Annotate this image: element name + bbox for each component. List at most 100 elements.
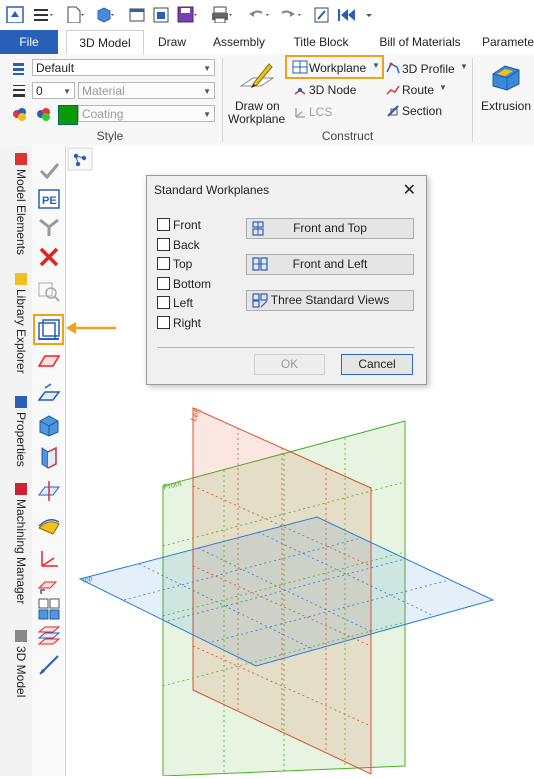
edit-document-icon[interactable] — [312, 5, 334, 23]
checkbox-box[interactable] — [157, 257, 170, 270]
pe-icon[interactable]: PE — [36, 186, 62, 212]
route-icon[interactable] — [385, 82, 401, 98]
tab-library-explorer[interactable]: Library Explorer — [4, 273, 28, 374]
top-plane[interactable] — [78, 516, 495, 667]
close-icon[interactable] — [36, 244, 62, 270]
checkbox-front-label: Front — [173, 218, 202, 232]
color-icon — [13, 108, 26, 121]
plane-offset-icon[interactable] — [36, 380, 62, 406]
checkbox-front[interactable]: Front — [157, 218, 201, 232]
coating-placeholder: Coating — [82, 107, 124, 121]
coating-combo[interactable]: Coating ▼ — [78, 105, 215, 122]
workplane-icon[interactable] — [292, 60, 308, 74]
front-and-left-button[interactable]: Front and Left — [246, 254, 414, 275]
3d-profile-button[interactable]: 3D Profile — [402, 62, 455, 76]
open-icon[interactable] — [152, 5, 170, 23]
front-and-top-button[interactable]: Front and Top — [246, 218, 414, 239]
view-zoom-icon[interactable] — [36, 278, 62, 304]
tab-library-explorer-label: Library Explorer — [14, 289, 28, 374]
checkbox-top[interactable]: Top — [157, 257, 192, 271]
first-page-icon[interactable] — [336, 5, 362, 23]
checkbox-right[interactable]: Right — [157, 316, 201, 330]
lcs-button[interactable]: LCS — [309, 105, 332, 119]
redo-icon[interactable] — [278, 5, 304, 23]
checkbox-top-label: Top — [173, 257, 193, 271]
pen-combo[interactable]: 0 ▼ — [32, 82, 75, 99]
checkbox-box[interactable] — [157, 218, 170, 231]
new-document-icon[interactable] — [64, 5, 84, 23]
box-icon[interactable] — [36, 412, 62, 438]
plane-red-icon[interactable] — [36, 348, 62, 374]
ok-button[interactable]: OK — [254, 354, 325, 375]
tool-column: PE — [32, 146, 66, 776]
checkbox-box[interactable] — [157, 238, 170, 251]
ribbon: Default ▼ 0 ▼ Material ▼ Coating ▼ Style Dra… — [0, 54, 534, 147]
checkbox-left[interactable]: Left — [157, 296, 193, 310]
side-panel-tabs: Model Elements Library Explorer Properti… — [0, 146, 33, 776]
machining-manager-icon — [15, 483, 27, 495]
tab-draw[interactable]: Draw — [150, 30, 194, 54]
save-icon[interactable] — [176, 5, 198, 23]
standard-workplanes-icon[interactable] — [36, 317, 62, 343]
three-standard-views-button[interactable]: Three Standard Views — [246, 290, 414, 311]
layer-combo[interactable]: Default ▼ — [32, 59, 215, 76]
route-button[interactable]: Route — [402, 83, 434, 97]
tab-assembly[interactable]: Assembly — [206, 30, 272, 54]
extrusion-button[interactable]: Extrusion — [481, 99, 531, 113]
checkmark-icon[interactable] — [36, 158, 62, 184]
checkbox-box[interactable] — [157, 277, 170, 290]
front-and-left-label: Front and Left — [292, 257, 368, 271]
tab-3d-model-side-label: 3D Model — [14, 646, 28, 698]
tab-3d-model-side[interactable]: 3D Model — [4, 630, 28, 697]
extrusion-icon[interactable] — [489, 60, 523, 94]
tab-file[interactable]: File — [0, 30, 58, 54]
group-separator — [222, 58, 223, 142]
tab-title-block[interactable]: Title Block — [285, 30, 357, 54]
color-swatch[interactable] — [58, 105, 78, 125]
plane-rotate-icon[interactable] — [36, 572, 62, 598]
3d-profile-icon[interactable] — [385, 60, 401, 76]
checkbox-box[interactable] — [157, 296, 170, 309]
section-icon[interactable] — [385, 103, 401, 119]
line-axis-icon[interactable] — [36, 652, 62, 678]
tab-parameters[interactable]: Paramete — [482, 30, 534, 54]
checkbox-bottom[interactable]: Bottom — [157, 277, 211, 291]
tab-properties[interactable]: Properties — [4, 396, 28, 467]
coordinate-axis-icon[interactable] — [36, 546, 62, 572]
close-icon[interactable]: ✕ — [403, 180, 416, 200]
plane-grid-icon[interactable] — [36, 596, 62, 622]
tab-model-elements[interactable]: Model Elements — [4, 153, 28, 255]
app-icon[interactable] — [5, 5, 25, 23]
draw-on-workplane-label2[interactable]: Workplane — [228, 112, 285, 126]
cancel-button[interactable]: Cancel — [341, 354, 413, 375]
new-3d-icon[interactable] — [94, 5, 114, 23]
plane-surface-icon[interactable] — [36, 512, 62, 538]
3d-node-icon[interactable] — [292, 82, 308, 98]
plane-stack-icon[interactable] — [36, 622, 62, 648]
plane-axis-icon[interactable] — [36, 478, 62, 504]
tab-machining-manager-label: Machining Manager — [14, 499, 28, 605]
route-dropdown-icon[interactable]: ▼ — [439, 83, 447, 92]
tab-machining-manager[interactable]: Machining Manager — [4, 483, 28, 604]
draw-on-workplane-icon[interactable] — [239, 60, 275, 92]
print-icon[interactable] — [210, 5, 234, 23]
branch-icon[interactable] — [36, 214, 62, 240]
plane-vertical-icon[interactable] — [36, 444, 62, 470]
tab-3d-model[interactable]: 3D Model — [66, 30, 144, 56]
material-combo[interactable]: Material ▼ — [78, 82, 215, 99]
customize-arrow-icon[interactable] — [364, 5, 376, 23]
undo-icon[interactable] — [246, 5, 272, 23]
tab-bill-of-materials[interactable]: Bill of Materials — [370, 30, 470, 54]
canvas-view-button[interactable] — [67, 147, 93, 171]
draw-on-workplane-label1[interactable]: Draw on — [235, 99, 280, 113]
section-button[interactable]: Section — [402, 104, 442, 118]
workplane-button[interactable]: Workplane — [309, 61, 366, 75]
lcs-icon[interactable] — [292, 104, 308, 120]
3d-profile-dropdown-icon[interactable]: ▼ — [460, 62, 468, 71]
workplane-dropdown-icon[interactable]: ▼ — [372, 61, 380, 70]
menu-icon[interactable] — [32, 5, 54, 23]
3d-node-button[interactable]: 3D Node — [309, 83, 356, 97]
checkbox-back[interactable]: Back — [157, 238, 200, 252]
checkbox-box[interactable] — [157, 316, 170, 329]
window-icon[interactable] — [128, 5, 146, 23]
